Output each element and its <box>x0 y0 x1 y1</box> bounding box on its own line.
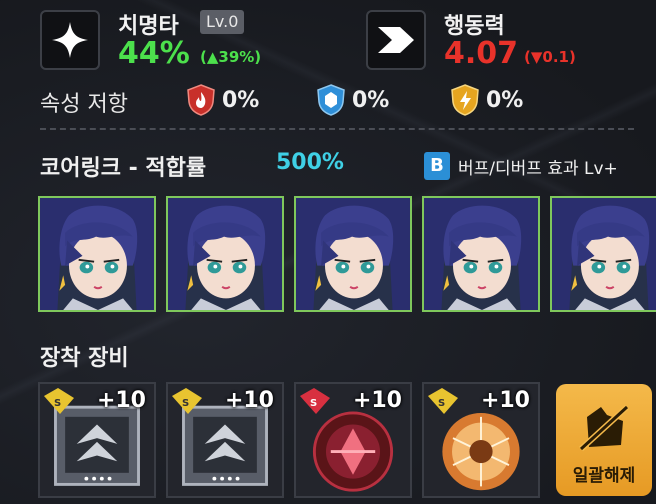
enhance-level: +10 <box>480 388 530 413</box>
svg-text:S: S <box>54 398 61 409</box>
resist-label: 속성 저항 <box>40 92 128 117</box>
core-link-portrait[interactable] <box>38 196 156 312</box>
stat-crit: 치명타 Lv.0 44% (▲39%) <box>40 8 290 72</box>
crit-delta: (▲39%) <box>200 48 262 66</box>
equipment-slot[interactable]: S +10 <box>166 382 284 498</box>
section-divider <box>40 128 634 130</box>
core-link-title: 코어링크 - 적합률 <box>40 156 207 181</box>
core-link-portrait[interactable] <box>550 196 656 312</box>
equipment-tag-icon: S <box>172 388 202 414</box>
equipment-tag-icon: S <box>428 388 458 414</box>
fire-shield-icon <box>187 84 215 116</box>
chevron-right-icon <box>366 10 426 70</box>
equipment-slot[interactable]: S +10 <box>294 382 412 498</box>
equipment-tag-icon: S <box>44 388 74 414</box>
resist-electric-value: 0% <box>486 87 524 113</box>
equipment-slot[interactable]: S +10 <box>422 382 540 498</box>
resist-fire: 0% <box>186 84 259 116</box>
unequip-icon <box>578 404 630 452</box>
enhance-level: +10 <box>96 388 146 413</box>
resist-water: 0% <box>316 84 389 116</box>
enhance-level: +10 <box>224 388 274 413</box>
enhance-level: +10 <box>352 388 402 413</box>
sparkle-icon <box>40 10 100 70</box>
core-link-portrait[interactable] <box>422 196 540 312</box>
action-value: 4.07 <box>444 36 519 71</box>
buff-b-icon: B <box>424 152 450 180</box>
unequip-all-label: 일괄해제 <box>572 466 636 486</box>
action-delta: (▼0.1) <box>524 48 576 66</box>
buff-effect-text: 버프/디버프 효과 Lv+ <box>458 159 618 179</box>
equipment-slot[interactable]: S +10 <box>38 382 156 498</box>
core-link-portrait[interactable] <box>166 196 284 312</box>
resist-electric: 0% <box>450 84 523 116</box>
equipment-tag-icon: S <box>300 388 330 414</box>
stat-action: 행동력 4.07 (▼0.1) <box>366 8 616 72</box>
lightning-shield-icon <box>451 84 479 116</box>
crit-level-badge: Lv.0 <box>200 10 245 34</box>
core-link-portrait[interactable] <box>294 196 412 312</box>
unequip-all-button[interactable]: 일괄해제 <box>556 384 652 496</box>
svg-text:S: S <box>438 398 445 409</box>
svg-text:S: S <box>182 398 189 409</box>
water-shield-icon <box>317 84 345 116</box>
resist-fire-value: 0% <box>222 87 260 113</box>
equipment-title: 장착 장비 <box>40 346 129 371</box>
core-link-rate: 500% <box>276 150 344 175</box>
resist-water-value: 0% <box>352 87 390 113</box>
crit-value: 44% <box>118 36 190 71</box>
svg-text:S: S <box>310 398 317 409</box>
